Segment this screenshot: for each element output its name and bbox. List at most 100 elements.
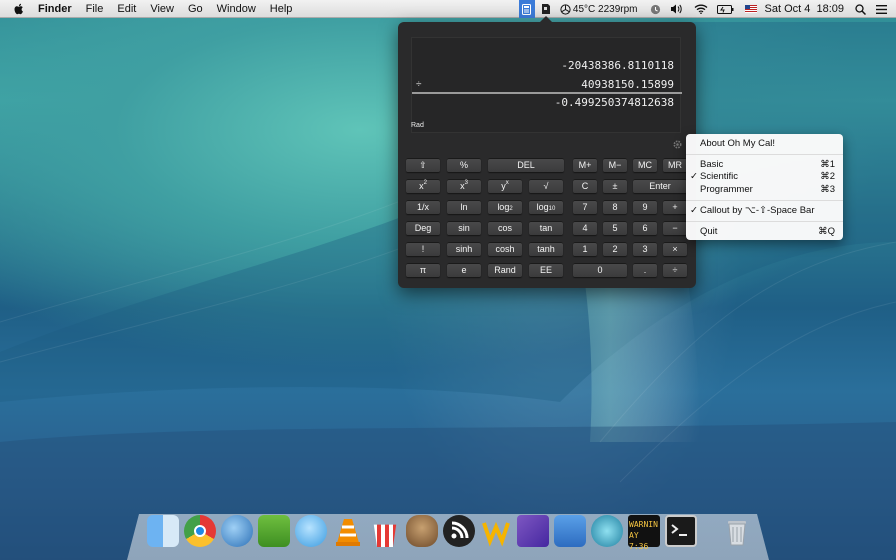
fan-temp-status[interactable]: 45°C 2239rpm [560, 0, 638, 18]
xcode-icon[interactable] [554, 515, 586, 547]
digit-2-button[interactable]: 2 [603, 242, 627, 256]
delete-button[interactable]: DEL [488, 158, 564, 172]
clock[interactable]: Sat Oct 4 18:09 [765, 0, 845, 18]
digit-0-button[interactable]: 0 [573, 263, 627, 277]
menu-item-quit[interactable]: Quit [700, 226, 717, 237]
volume-icon[interactable] [670, 0, 682, 18]
menu-file[interactable]: File [86, 3, 104, 15]
memory-recall-button[interactable]: MR [663, 158, 687, 172]
square-button[interactable]: x2 [406, 179, 440, 193]
cos-button[interactable]: cos [488, 221, 522, 235]
popcorn-time-icon[interactable] [373, 524, 397, 547]
angle-mode-button[interactable]: Deg [406, 221, 440, 235]
notification-center-icon[interactable] [876, 0, 887, 18]
dash-icon[interactable] [517, 515, 549, 547]
memory-add-button[interactable]: M+ [573, 158, 597, 172]
sin-button[interactable]: sin [447, 221, 481, 235]
sqrt-button[interactable]: √ [529, 179, 563, 193]
menu-shortcut-basic: ⌘1 [820, 159, 835, 170]
shift-button[interactable]: ⇧ [406, 158, 440, 172]
temp-fan-readout: 45°C 2239rpm [572, 3, 638, 15]
menu-go[interactable]: Go [188, 3, 203, 15]
cosh-button[interactable]: cosh [488, 242, 522, 256]
memory-subtract-button[interactable]: M− [603, 158, 627, 172]
memory-clear-button[interactable]: MC [633, 158, 657, 172]
digit-1-button[interactable]: 1 [573, 242, 597, 256]
apple-menu-icon[interactable] [12, 2, 26, 16]
log2-button[interactable]: log 2 [488, 200, 522, 214]
reciprocal-button[interactable]: 1/x [406, 200, 440, 214]
menu-view[interactable]: View [150, 3, 174, 15]
clear-button[interactable]: C [573, 179, 597, 193]
vlc-icon[interactable] [332, 515, 364, 547]
subtract-button[interactable]: − [663, 221, 687, 235]
finder-icon[interactable] [147, 515, 179, 547]
menu-item-scientific[interactable]: Scientific [700, 171, 738, 182]
tan-button[interactable]: tan [529, 221, 563, 235]
wunderlist-icon[interactable] [480, 515, 512, 547]
digit-5-button[interactable]: 5 [603, 221, 627, 235]
display-line-operand2: 40938150.15899 [581, 78, 674, 91]
tanh-button[interactable]: tanh [529, 242, 563, 256]
spotlight-search-icon[interactable] [855, 0, 866, 18]
trash-icon[interactable] [721, 515, 753, 547]
rss-reader-icon[interactable] [443, 515, 475, 547]
multiply-button[interactable]: × [663, 242, 687, 256]
console-icon[interactable]: WARNIN AY 7:36 [628, 515, 660, 551]
terminal-icon[interactable] [665, 515, 697, 547]
fan-icon [560, 3, 571, 15]
menu-item-programmer[interactable]: Programmer [700, 184, 753, 195]
digit-9-button[interactable]: 9 [633, 200, 657, 214]
random-button[interactable]: Rand [488, 263, 522, 277]
settings-dropdown-menu: About Oh My Cal! Basic ⌘1 ✓ Scientific ⌘… [686, 134, 843, 240]
cube-button[interactable]: x3 [447, 179, 481, 193]
adium-owl-icon[interactable] [406, 515, 438, 547]
status-area: 45°C 2239rpm Sat Oct 4 18:09 [518, 0, 896, 18]
log10-button[interactable]: log 10 [529, 200, 563, 214]
enter-button[interactable]: Enter [633, 179, 687, 193]
chrome-icon[interactable] [184, 515, 216, 547]
menu-app-name[interactable]: Finder [38, 3, 72, 15]
decimal-button[interactable]: . [633, 263, 657, 277]
digit-3-button[interactable]: 3 [633, 242, 657, 256]
display-result: -0.499250374812638 [554, 96, 674, 109]
digit-7-button[interactable]: 7 [573, 200, 597, 214]
log10-base: log [536, 202, 549, 212]
input-source-flag-icon[interactable] [744, 0, 757, 18]
menu-window[interactable]: Window [217, 3, 256, 15]
digit-4-button[interactable]: 4 [573, 221, 597, 235]
exponent-button[interactable]: EE [529, 263, 563, 277]
sourcetree-icon[interactable] [591, 515, 623, 547]
menu-item-basic[interactable]: Basic [700, 159, 723, 170]
pi-button[interactable]: π [406, 263, 440, 277]
divide-button[interactable]: ÷ [663, 263, 687, 277]
messages-icon[interactable] [295, 515, 327, 547]
percent-button[interactable]: % [447, 158, 481, 172]
digit-8-button[interactable]: 8 [603, 200, 627, 214]
battery-icon[interactable] [716, 0, 734, 18]
calculator-status-icon[interactable] [518, 0, 535, 18]
menu-item-about[interactable]: About Oh My Cal! [700, 138, 775, 149]
plusminus-button[interactable]: ± [603, 179, 627, 193]
evernote-icon[interactable] [258, 515, 290, 547]
thunderbird-icon[interactable] [221, 515, 253, 547]
log2-base: log [497, 202, 510, 212]
calculator-display: -20438386.8110118 ÷ 40938150.15899 -0.49… [411, 37, 682, 133]
menu-item-callout[interactable]: Callout by ⌥-⇧-Space Bar [700, 205, 814, 216]
menu-separator [686, 154, 843, 155]
settings-gear-icon[interactable] [672, 139, 683, 150]
add-button[interactable]: + [663, 200, 687, 214]
time-machine-icon[interactable] [650, 0, 661, 18]
display-line-operand1: -20438386.8110118 [561, 59, 674, 72]
sinh-button[interactable]: sinh [447, 242, 481, 256]
wifi-icon[interactable] [694, 0, 708, 18]
ln-button[interactable]: ln [447, 200, 481, 214]
euler-button[interactable]: e [447, 263, 481, 277]
power-button[interactable]: yx [488, 179, 522, 193]
digit-6-button[interactable]: 6 [633, 221, 657, 235]
cube-exp: 3 [464, 180, 468, 186]
menu-edit[interactable]: Edit [117, 3, 136, 15]
console-warning-time: AY 7:36 [629, 531, 649, 551]
factorial-button[interactable]: ! [406, 242, 440, 256]
menu-help[interactable]: Help [270, 3, 293, 15]
